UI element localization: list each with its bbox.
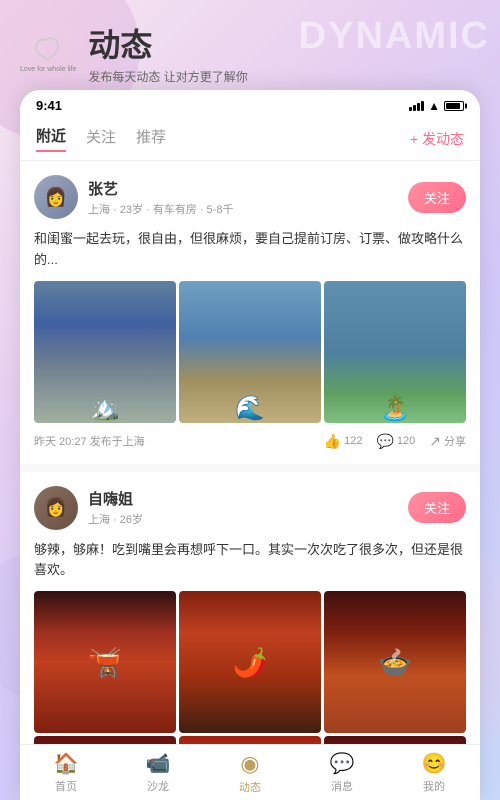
page-title: 动态: [88, 20, 247, 66]
nav-salon[interactable]: 📹 沙龙: [112, 745, 204, 800]
image-grid: [34, 281, 466, 423]
battery-icon: [444, 101, 464, 111]
nav-message[interactable]: 💬 消息: [296, 745, 388, 800]
logo: Love for whole life: [20, 32, 76, 73]
page-subtitle: 发布每天动态 让对方更了解你: [88, 68, 247, 85]
post-card: 👩 张艺 上海 · 23岁 · 有车有房 · 5-8千 关注 和闺蜜一起去玩，很…: [20, 161, 480, 464]
nav-salon-label: 沙龙: [147, 778, 169, 794]
user-name-2: 自嗨姐: [88, 488, 408, 509]
comment-icon: 💬: [376, 433, 393, 450]
tab-recommend[interactable]: 推荐: [136, 126, 166, 151]
user-name: 张艺: [88, 178, 408, 199]
message-icon: 💬: [330, 751, 355, 776]
share-button[interactable]: ↗ 分享: [429, 433, 466, 450]
bottom-nav: 🏠 首页 📹 沙龙 ◉ 动态 💬 消息 😊 我的: [20, 744, 480, 800]
phone-frame: 9:41 ▲ 附近 关注 推荐 + 发动态 👩: [20, 90, 480, 800]
avatar-2: 👩: [34, 486, 78, 530]
post-text: 和闺蜜一起去玩，很自由，但很麻烦，要自己提前订房、订票、做攻略什么的...: [34, 229, 466, 271]
bg-text: DYNAMIC: [299, 15, 490, 58]
nav-home-label: 首页: [55, 778, 77, 794]
post-text-2: 够辣，够麻！吃到嘴里会再想呼下一口。其实一次次吃了很多次，但还是很喜欢。: [34, 540, 466, 582]
post-header-2: 👩 自嗨姐 上海 · 26岁 关注: [34, 486, 466, 530]
post-image-5: [179, 591, 321, 733]
top-tabs: 附近 关注 推荐 + 发动态: [20, 117, 480, 161]
comment-button[interactable]: 💬 120: [376, 433, 415, 450]
status-time: 9:41: [36, 98, 62, 113]
home-icon: 🏠: [54, 751, 79, 776]
signal-icon: [409, 101, 424, 111]
tab-follow[interactable]: 关注: [86, 126, 116, 151]
user-meta-2: 上海 · 26岁: [88, 511, 408, 527]
share-icon: ↗: [429, 433, 441, 450]
avatar: 👩: [34, 175, 78, 219]
logo-tagline: Love for whole life: [20, 66, 76, 73]
nav-home[interactable]: 🏠 首页: [20, 745, 112, 800]
comment-count: 120: [397, 435, 415, 447]
image-grid-2: [34, 591, 466, 751]
publish-button[interactable]: + 发动态: [410, 129, 464, 149]
follow-button-2[interactable]: 关注: [408, 492, 466, 523]
nav-dynamic-label: 动态: [239, 779, 261, 795]
salon-icon: 📹: [146, 751, 171, 776]
share-label: 分享: [444, 433, 466, 449]
feed-content: 👩 张艺 上海 · 23岁 · 有车有房 · 5-8千 关注 和闺蜜一起去玩，很…: [20, 161, 480, 751]
post-footer: 昨天 20:27 发布于上海 👍 122 💬 120 ↗ 分享: [34, 433, 466, 450]
nav-mine[interactable]: 😊 我的: [388, 745, 480, 800]
post-image-1: [34, 281, 176, 423]
post-actions: 👍 122 💬 120 ↗ 分享: [324, 433, 466, 450]
post-image-2: [179, 281, 321, 423]
like-count: 122: [344, 435, 362, 447]
post-image-6: [324, 591, 466, 733]
post-image-3: [324, 281, 466, 423]
dynamic-icon: ◉: [240, 751, 259, 777]
post-image-4: [34, 591, 176, 733]
user-info: 张艺 上海 · 23岁 · 有车有房 · 5-8千: [88, 178, 408, 217]
user-info-2: 自嗨姐 上海 · 26岁: [88, 488, 408, 527]
post-card-2: 👩 自嗨姐 上海 · 26岁 关注 够辣，够麻！吃到嘴里会再想呼下一口。其实一次…: [20, 472, 480, 751]
post-header: 👩 张艺 上海 · 23岁 · 有车有房 · 5-8千 关注: [34, 175, 466, 219]
tab-nearby[interactable]: 附近: [36, 125, 66, 152]
nav-dynamic[interactable]: ◉ 动态: [204, 745, 296, 800]
post-time: 昨天 20:27 发布于上海: [34, 433, 324, 449]
user-meta: 上海 · 23岁 · 有车有房 · 5-8千: [88, 201, 408, 217]
nav-message-label: 消息: [331, 778, 353, 794]
like-button[interactable]: 👍 122: [324, 433, 363, 450]
status-icons: ▲: [409, 99, 464, 113]
wifi-icon: ▲: [428, 99, 440, 113]
follow-button[interactable]: 关注: [408, 182, 466, 213]
nav-mine-label: 我的: [423, 778, 445, 794]
like-icon: 👍: [324, 433, 341, 450]
mine-icon: 😊: [422, 751, 447, 776]
